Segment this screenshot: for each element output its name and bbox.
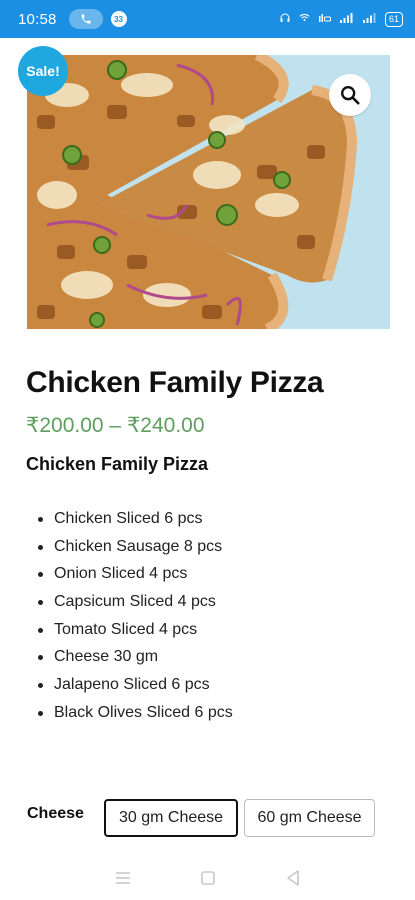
cheese-option-60gm[interactable]: 60 gm Cheese xyxy=(244,799,375,837)
list-item: Black Olives Sliced 6 pcs xyxy=(38,702,233,730)
list-item: Chicken Sausage 8 pcs xyxy=(38,536,233,564)
status-time: 10:58 xyxy=(18,10,57,28)
signal-icon-1 xyxy=(339,12,355,26)
cheese-option-label: Cheese xyxy=(27,805,84,822)
system-nav-bar xyxy=(0,855,415,900)
list-item: Cheese 30 gm xyxy=(38,646,233,674)
square-home-icon[interactable] xyxy=(188,863,228,893)
sale-badge: Sale! xyxy=(18,46,68,96)
status-icons: 61 xyxy=(279,11,403,27)
ingredients-list: Chicken Sliced 6 pcs Chicken Sausage 8 p… xyxy=(38,508,233,730)
zoom-button[interactable] xyxy=(329,74,371,116)
triangle-back-icon[interactable] xyxy=(273,863,313,893)
menu-icon[interactable] xyxy=(103,863,143,893)
list-item: Tomato Sliced 4 pcs xyxy=(38,619,233,647)
list-item: Jalapeno Sliced 6 pcs xyxy=(38,674,233,702)
hotspot-icon xyxy=(298,12,311,26)
signal-icon-2 xyxy=(362,12,378,26)
headset-icon xyxy=(279,12,291,26)
product-subtitle: Chicken Family Pizza xyxy=(26,454,209,474)
list-item: Chicken Sliced 6 pcs xyxy=(38,508,233,536)
volte-icon xyxy=(318,12,332,26)
phone-icon[interactable] xyxy=(68,9,103,29)
list-item: Capsicum Sliced 4 pcs xyxy=(38,591,233,619)
status-bar: 10:58 33 61 xyxy=(0,0,415,38)
notification-count-badge: 33 xyxy=(110,11,127,27)
list-item: Onion Sliced 4 pcs xyxy=(38,563,233,591)
search-icon xyxy=(341,86,360,105)
price-range: ₹200.00 – ₹240.00 xyxy=(26,414,205,437)
battery-icon: 61 xyxy=(384,11,403,27)
cheese-option-30gm[interactable]: 30 gm Cheese xyxy=(104,799,238,837)
product-title: Chicken Family Pizza xyxy=(26,366,324,399)
